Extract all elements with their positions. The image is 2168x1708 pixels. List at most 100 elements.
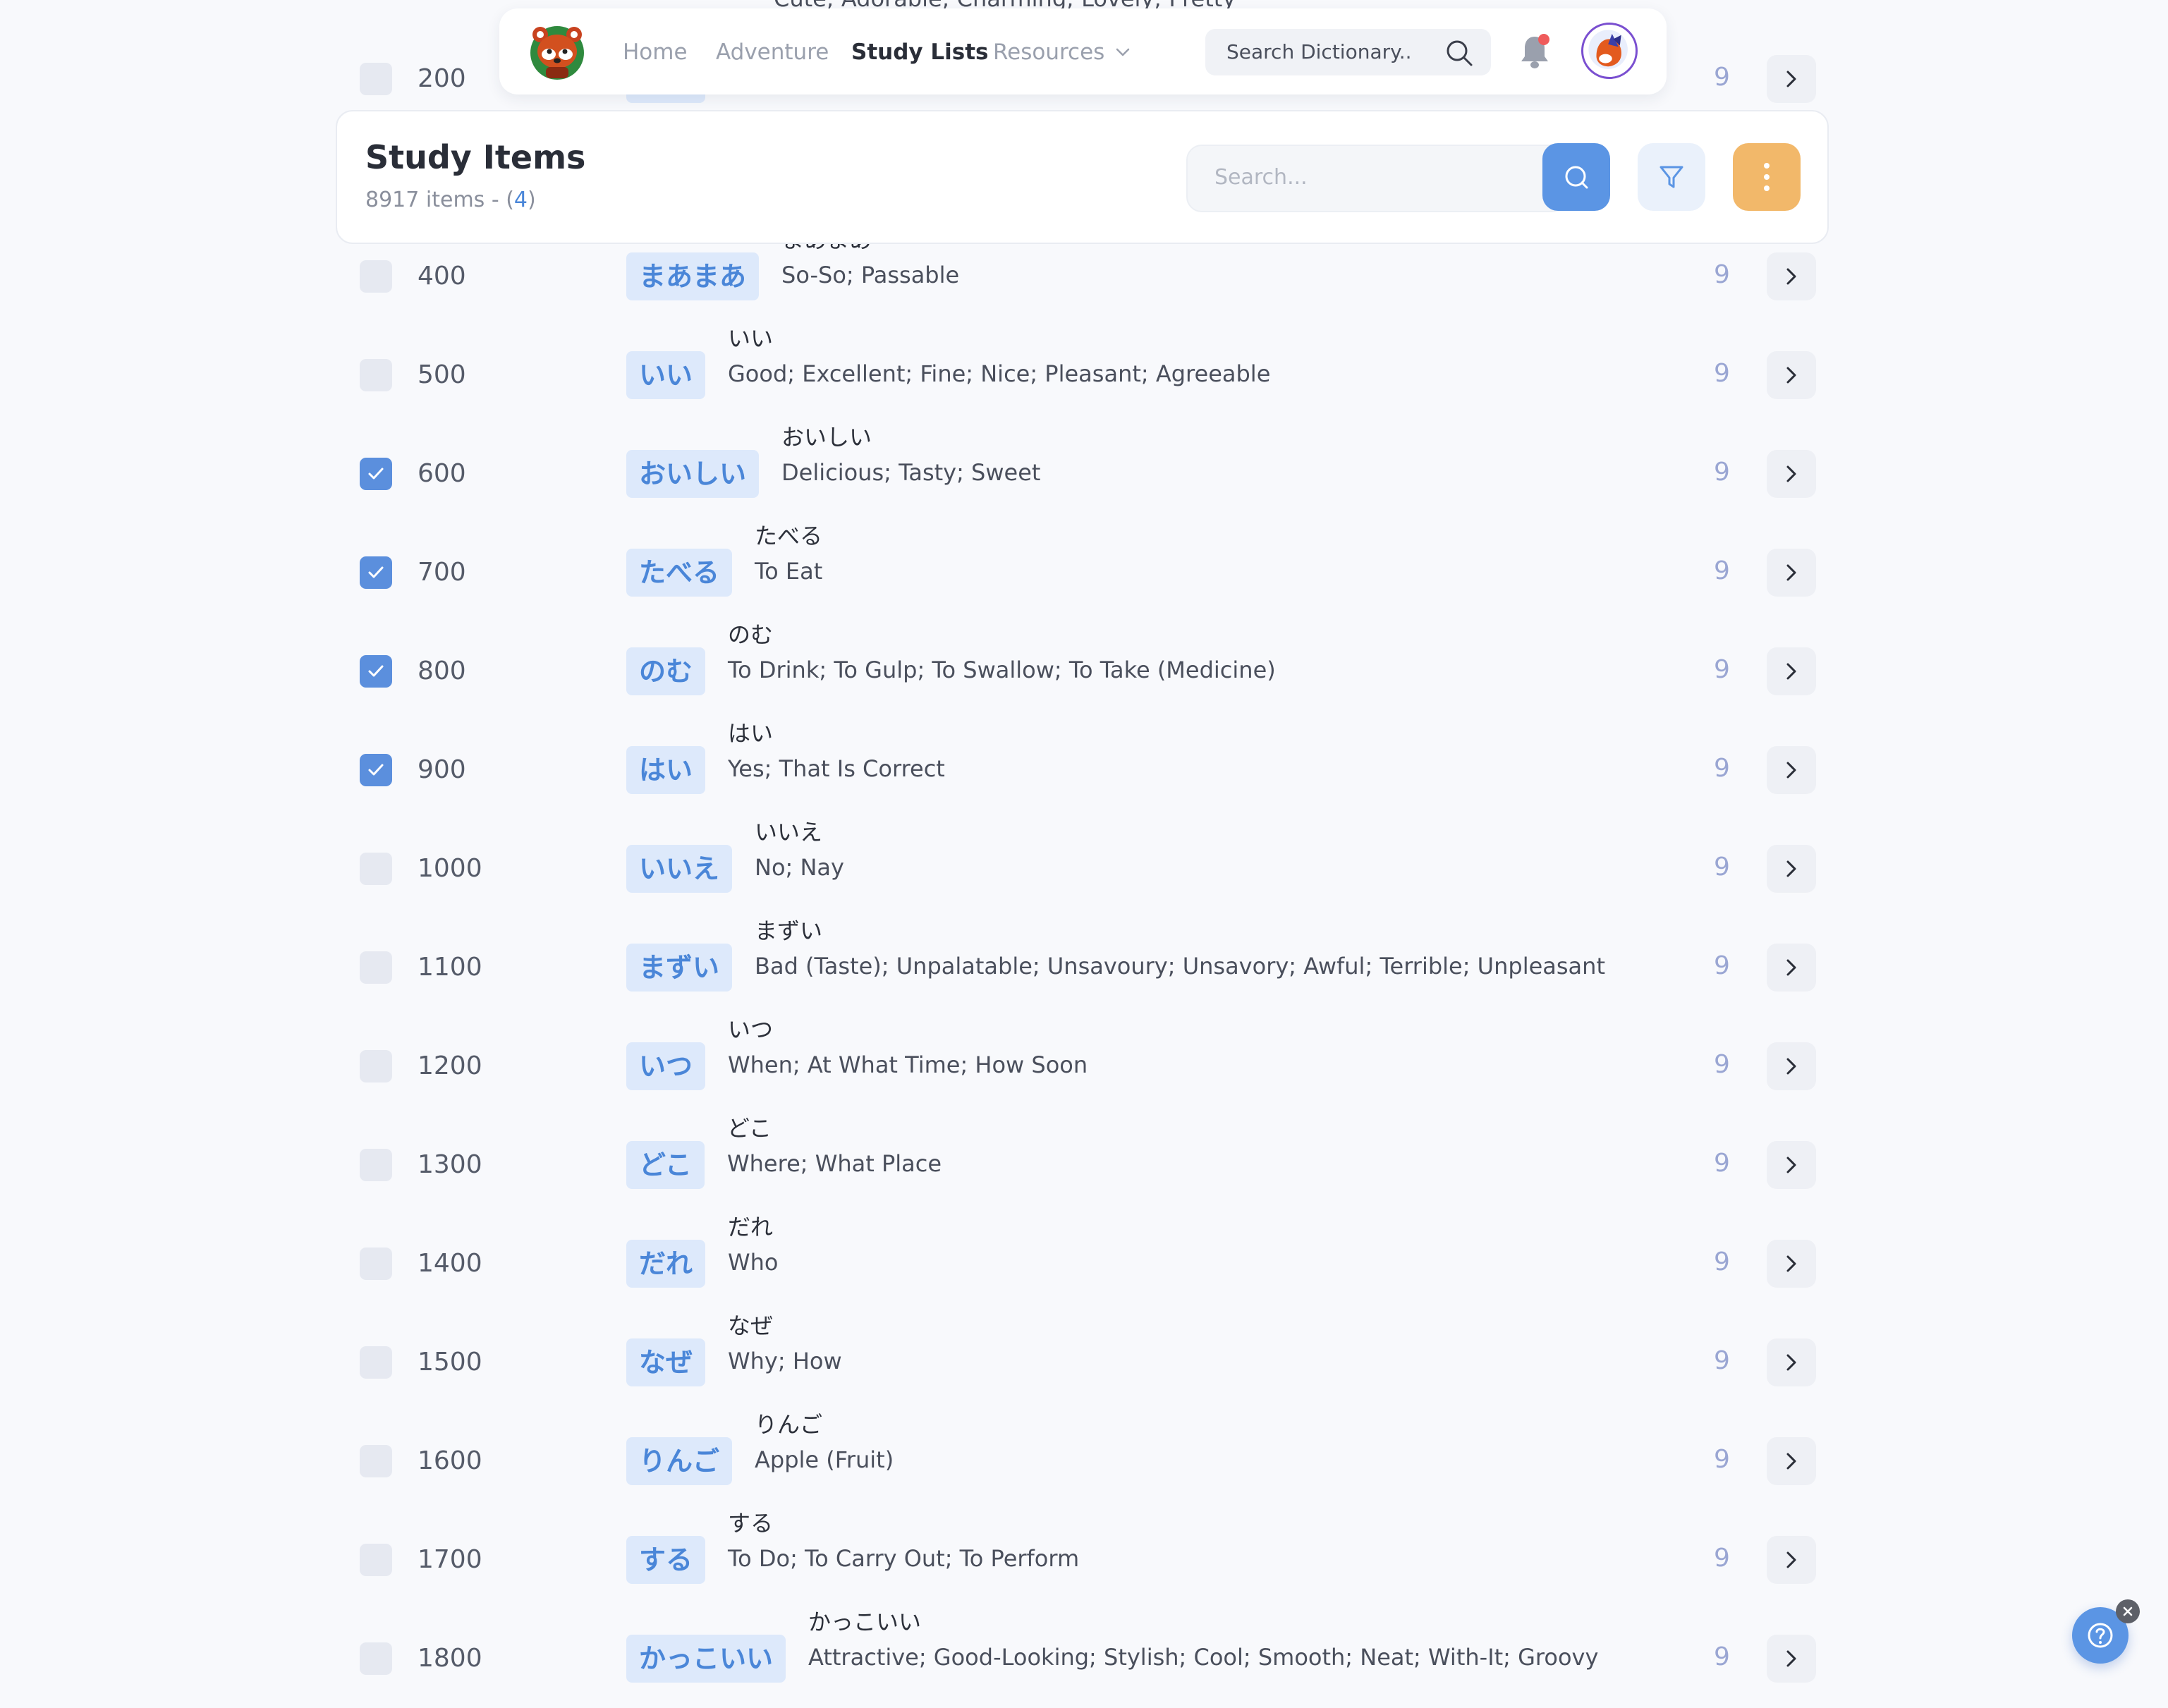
dictionary-search-input[interactable]: Search Dictionary..: [1205, 29, 1491, 75]
row-open-button[interactable]: [1767, 944, 1816, 992]
row-open-button[interactable]: [1767, 647, 1816, 695]
row-checkbox[interactable]: [360, 1248, 392, 1280]
table-row[interactable]: 1000 いいえ いいえ No; Nay 9: [0, 819, 2168, 918]
table-row[interactable]: 1600 りんご りんご Apple (Fruit) 9: [0, 1411, 2168, 1511]
row-number: 1700: [418, 1545, 482, 1574]
filter-button[interactable]: [1638, 143, 1705, 211]
row-checkbox[interactable]: [360, 1642, 392, 1675]
row-open-button[interactable]: [1767, 351, 1816, 399]
vocab-tag[interactable]: のむ: [626, 647, 706, 695]
row-checkbox[interactable]: [360, 260, 392, 293]
row-open-button[interactable]: [1767, 1635, 1816, 1683]
row-open-button[interactable]: [1767, 1240, 1816, 1288]
chevron-right-icon: [1786, 1453, 1796, 1470]
row-meaning: No; Nay: [755, 854, 844, 881]
chevron-right-icon: [1786, 1354, 1796, 1371]
row-checkbox[interactable]: [360, 1445, 392, 1477]
table-row[interactable]: 1400 だれ だれ Who 9: [0, 1214, 2168, 1313]
row-checkbox[interactable]: [360, 853, 392, 885]
vocab-tag[interactable]: いい: [626, 351, 706, 399]
row-reading: かっこいい: [808, 1609, 922, 1635]
nav-adventure-link[interactable]: Adventure: [716, 37, 829, 68]
chevron-right-icon: [1786, 663, 1796, 680]
row-checkbox[interactable]: [360, 359, 392, 391]
row-checkbox[interactable]: [360, 458, 392, 490]
row-level: 9: [1714, 1248, 1730, 1276]
row-number: 400: [418, 262, 466, 291]
row-checkbox[interactable]: [360, 1346, 392, 1379]
vocab-tag[interactable]: はい: [626, 746, 706, 794]
red-panda-logo-icon[interactable]: [526, 22, 588, 81]
row-checkbox[interactable]: [360, 556, 392, 589]
row-open-button[interactable]: [1767, 1437, 1816, 1485]
vocab-tag[interactable]: かっこいい: [626, 1635, 786, 1683]
vocab-tag[interactable]: どこ: [626, 1141, 705, 1189]
row-checkbox[interactable]: [360, 1149, 392, 1181]
vocab-tag[interactable]: おいしい: [626, 450, 760, 498]
table-row[interactable]: 600 おいしい おいしい Delicious; Tasty; Sweet 9: [0, 424, 2168, 523]
items-search-button[interactable]: [1542, 143, 1610, 211]
vocab-tag[interactable]: いつ: [626, 1042, 706, 1090]
row-checkbox[interactable]: [360, 1050, 392, 1082]
row-open-button[interactable]: [1767, 845, 1816, 893]
row-open-button[interactable]: [1767, 1141, 1816, 1189]
row-open-button[interactable]: [1767, 746, 1816, 794]
nav-study-lists-link[interactable]: Study Lists: [851, 37, 989, 68]
table-row[interactable]: 700 たべる たべる To Eat 9: [0, 523, 2168, 622]
more-options-button[interactable]: [1733, 143, 1801, 211]
row-open-button[interactable]: [1767, 549, 1816, 597]
nav-resources-link[interactable]: Resources: [993, 37, 1104, 68]
vocab-tag[interactable]: まずい: [626, 944, 733, 992]
vocab-tag[interactable]: いいえ: [626, 845, 733, 893]
row-number: 1100: [418, 953, 482, 982]
row-checkbox[interactable]: [360, 655, 392, 688]
vocab-tag[interactable]: する: [626, 1536, 706, 1584]
row-level: 9: [1714, 1346, 1730, 1375]
table-row[interactable]: 1300 どこ どこ Where; What Place 9: [0, 1115, 2168, 1214]
user-avatar[interactable]: [1581, 23, 1638, 79]
row-checkbox[interactable]: [360, 63, 392, 95]
row-open-button[interactable]: [1767, 55, 1816, 103]
row-checkbox[interactable]: [360, 754, 392, 786]
selected-count: 4: [513, 188, 528, 212]
search-icon[interactable]: [1445, 39, 1473, 67]
row-meaning: To Eat: [755, 558, 823, 585]
row-open-button[interactable]: [1767, 1536, 1816, 1584]
help-close-button[interactable]: [2116, 1599, 2140, 1623]
chevron-down-icon[interactable]: [1114, 45, 1131, 59]
row-reading: いつ: [728, 1016, 774, 1043]
row-reading: いいえ: [755, 819, 823, 846]
table-row[interactable]: 1700 する する To Do; To Carry Out; To Perform 9: [0, 1510, 2168, 1609]
table-row[interactable]: 1800 かっこいい かっこいい Attractive; Good-Looking; …: [0, 1609, 2168, 1708]
row-checkbox[interactable]: [360, 951, 392, 984]
table-row[interactable]: 900 はい はい Yes; That Is Correct 9: [0, 720, 2168, 819]
items-search-input[interactable]: Search...: [1186, 145, 1567, 212]
kebab-menu-icon: [1764, 163, 1770, 191]
row-open-button[interactable]: [1767, 1042, 1816, 1090]
row-reading: まずい: [755, 917, 823, 944]
row-meaning: Why; How: [728, 1348, 842, 1374]
row-open-button[interactable]: [1767, 450, 1816, 498]
row-open-button[interactable]: [1767, 252, 1816, 300]
chevron-right-icon: [1786, 564, 1796, 581]
vocab-tag[interactable]: なぜ: [626, 1338, 706, 1386]
table-row[interactable]: 500 いい いい Good; Excellent; Fine; Nice; Plea…: [0, 325, 2168, 425]
table-row[interactable]: 1100 まずい まずい Bad (Taste); Unpalatable; Unsa…: [0, 917, 2168, 1017]
table-row[interactable]: 1200 いつ いつ When; At What Time; How Soon 9: [0, 1016, 2168, 1116]
row-open-button[interactable]: [1767, 1338, 1816, 1386]
row-number: 800: [418, 657, 466, 685]
items-count-text: 8917 items - (4): [365, 186, 536, 214]
close-icon: [2123, 1606, 2133, 1616]
vocab-tag[interactable]: まあまあ: [626, 252, 760, 300]
vocab-tag[interactable]: だれ: [626, 1240, 706, 1288]
table-row[interactable]: 800 のむ のむ To Drink; To Gulp; To Swallow; To…: [0, 621, 2168, 721]
chevron-right-icon: [1786, 1255, 1796, 1272]
row-level: 9: [1714, 1642, 1730, 1671]
vocab-tag[interactable]: たべる: [626, 549, 733, 597]
table-row[interactable]: 1500 なぜ なぜ Why; How 9: [0, 1312, 2168, 1412]
nav-home-link[interactable]: Home: [623, 37, 688, 68]
notification-bell-icon[interactable]: [1517, 32, 1552, 71]
vocab-tag[interactable]: りんご: [626, 1437, 733, 1485]
row-checkbox[interactable]: [360, 1544, 392, 1576]
row-level: 9: [1714, 951, 1730, 980]
